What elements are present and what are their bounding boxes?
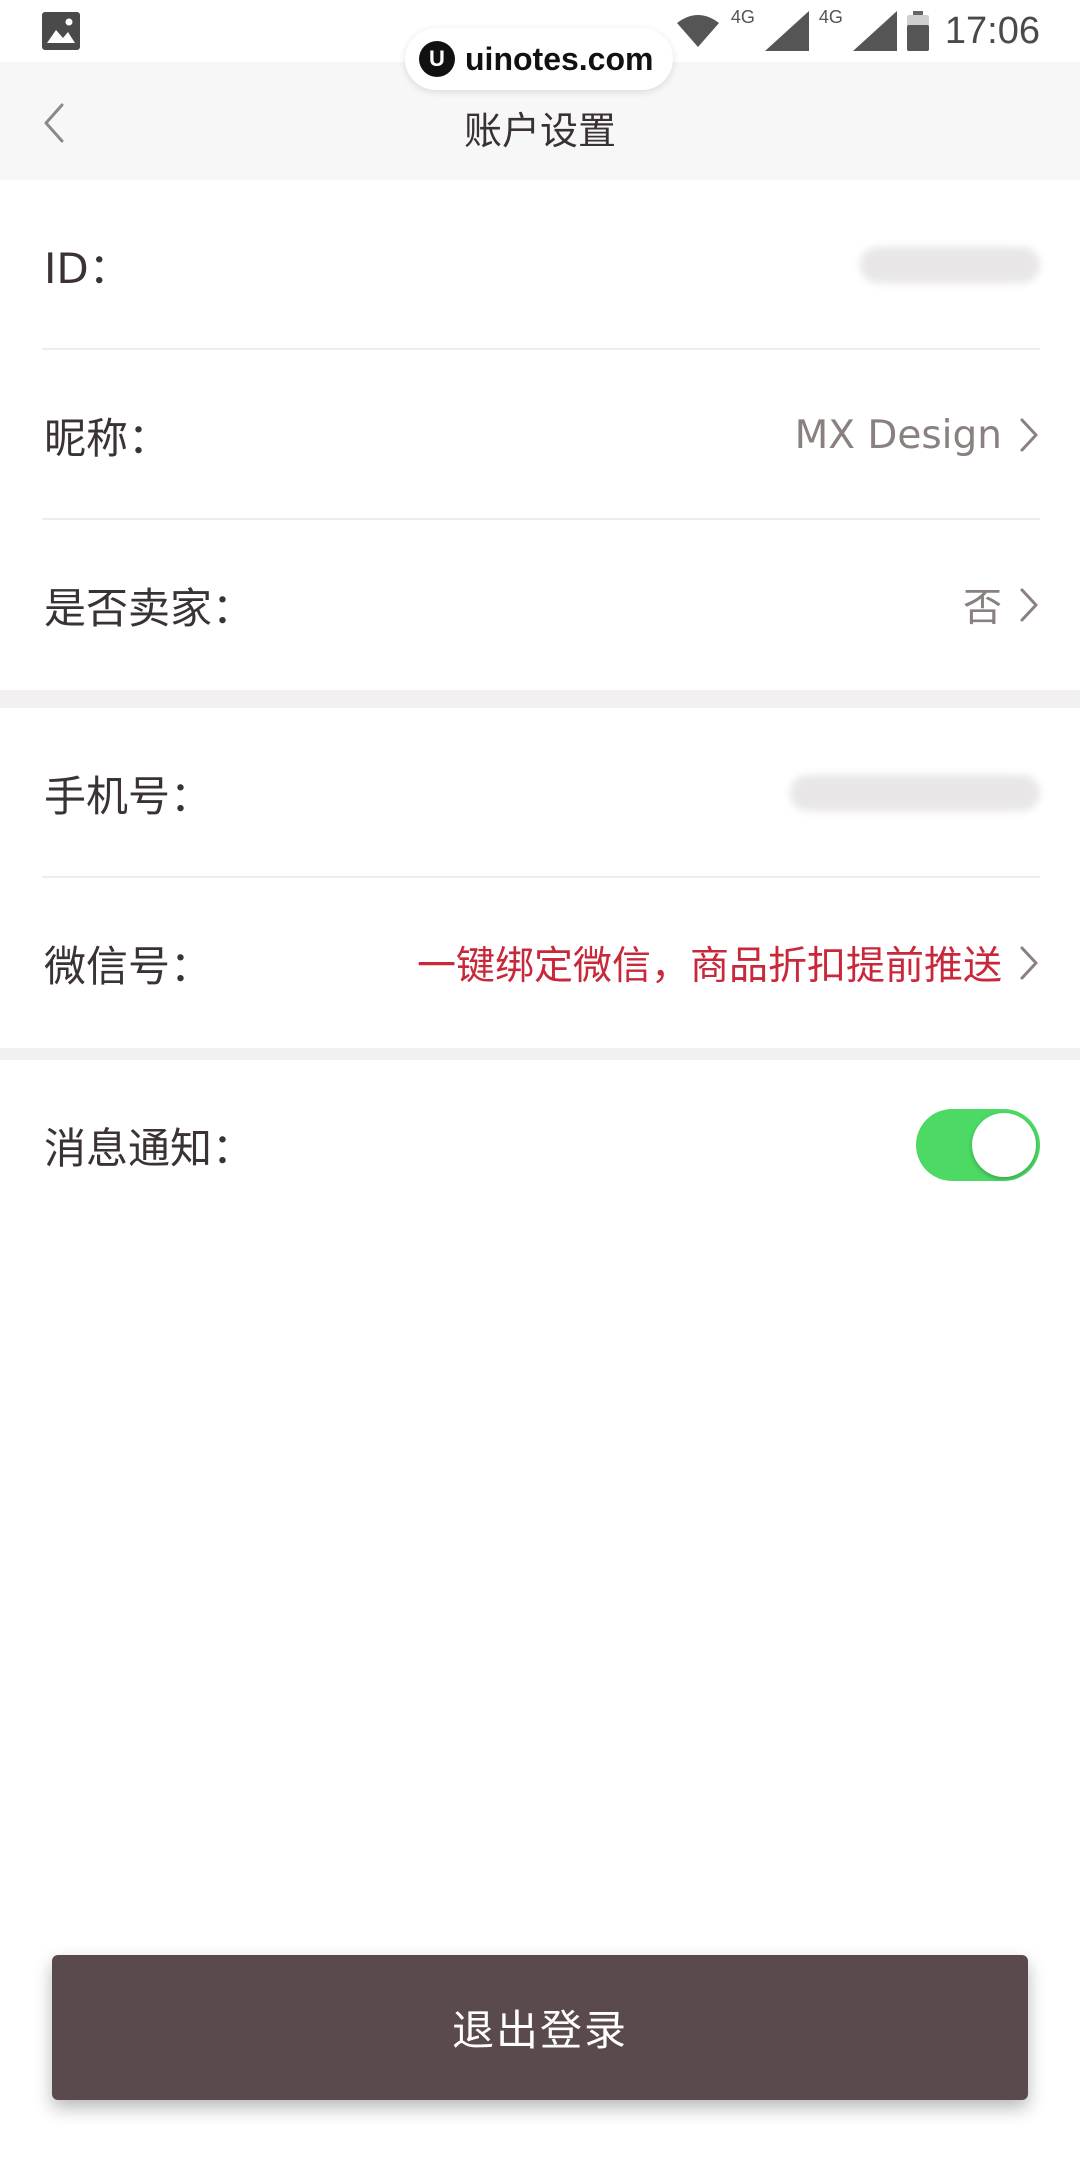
id-value-redacted: [860, 247, 1040, 283]
row-nickname[interactable]: 昵称： MX Design: [0, 350, 1080, 520]
logout-button[interactable]: 退出登录: [52, 1955, 1028, 2100]
seller-label: 是否卖家：: [44, 583, 255, 633]
phone-label: 手机号：: [44, 771, 213, 821]
signal-icon: [764, 11, 809, 51]
watermark-text: uinotes.com: [465, 40, 654, 77]
network-label-2: 4G: [818, 6, 843, 27]
row-seller[interactable]: 是否卖家： 否: [0, 520, 1080, 690]
toggle-knob: [972, 1113, 1036, 1177]
chevron-right-icon: [1020, 946, 1038, 980]
logout-label: 退出登录: [451, 2006, 628, 2055]
status-time: 17:06: [944, 9, 1040, 52]
id-label: ID：: [44, 243, 131, 293]
notify-label: 消息通知：: [44, 1123, 255, 1173]
wechat-bind-prompt[interactable]: 一键绑定微信，商品折扣提前推送: [417, 935, 1002, 991]
image-icon: [42, 12, 80, 50]
battery-icon: [906, 11, 929, 51]
notify-toggle[interactable]: [916, 1109, 1040, 1181]
account-section: ID： 昵称： MX Design 是否卖家： 否: [0, 180, 1080, 690]
page-title: 账户设置: [463, 109, 616, 153]
row-notify: 消息通知：: [0, 1060, 1080, 1230]
network-label-1: 4G: [730, 6, 755, 27]
nickname-label: 昵称：: [44, 413, 171, 463]
chevron-right-icon: [1020, 588, 1038, 622]
row-wechat[interactable]: 微信号： 一键绑定微信，商品折扣提前推送: [0, 878, 1080, 1048]
wechat-label: 微信号：: [44, 941, 213, 991]
signal-icon: [852, 11, 897, 51]
seller-value: 否: [962, 586, 1002, 631]
row-phone: 手机号：: [0, 708, 1080, 878]
watermark-badge: U uinotes.com: [405, 28, 674, 90]
chevron-right-icon: [1020, 418, 1038, 452]
contact-section: 手机号： 微信号： 一键绑定微信，商品折扣提前推送: [0, 708, 1080, 1048]
nickname-value: MX Design: [794, 412, 1002, 458]
status-icons: 4G 4G 17:06: [675, 6, 1040, 56]
section-divider: [0, 690, 1080, 708]
phone-value-redacted: [790, 775, 1040, 811]
uinotes-logo-icon: U: [419, 41, 455, 77]
row-id: ID：: [0, 180, 1080, 350]
notify-section: 消息通知：: [0, 1060, 1080, 1230]
wifi-icon: [676, 15, 719, 47]
